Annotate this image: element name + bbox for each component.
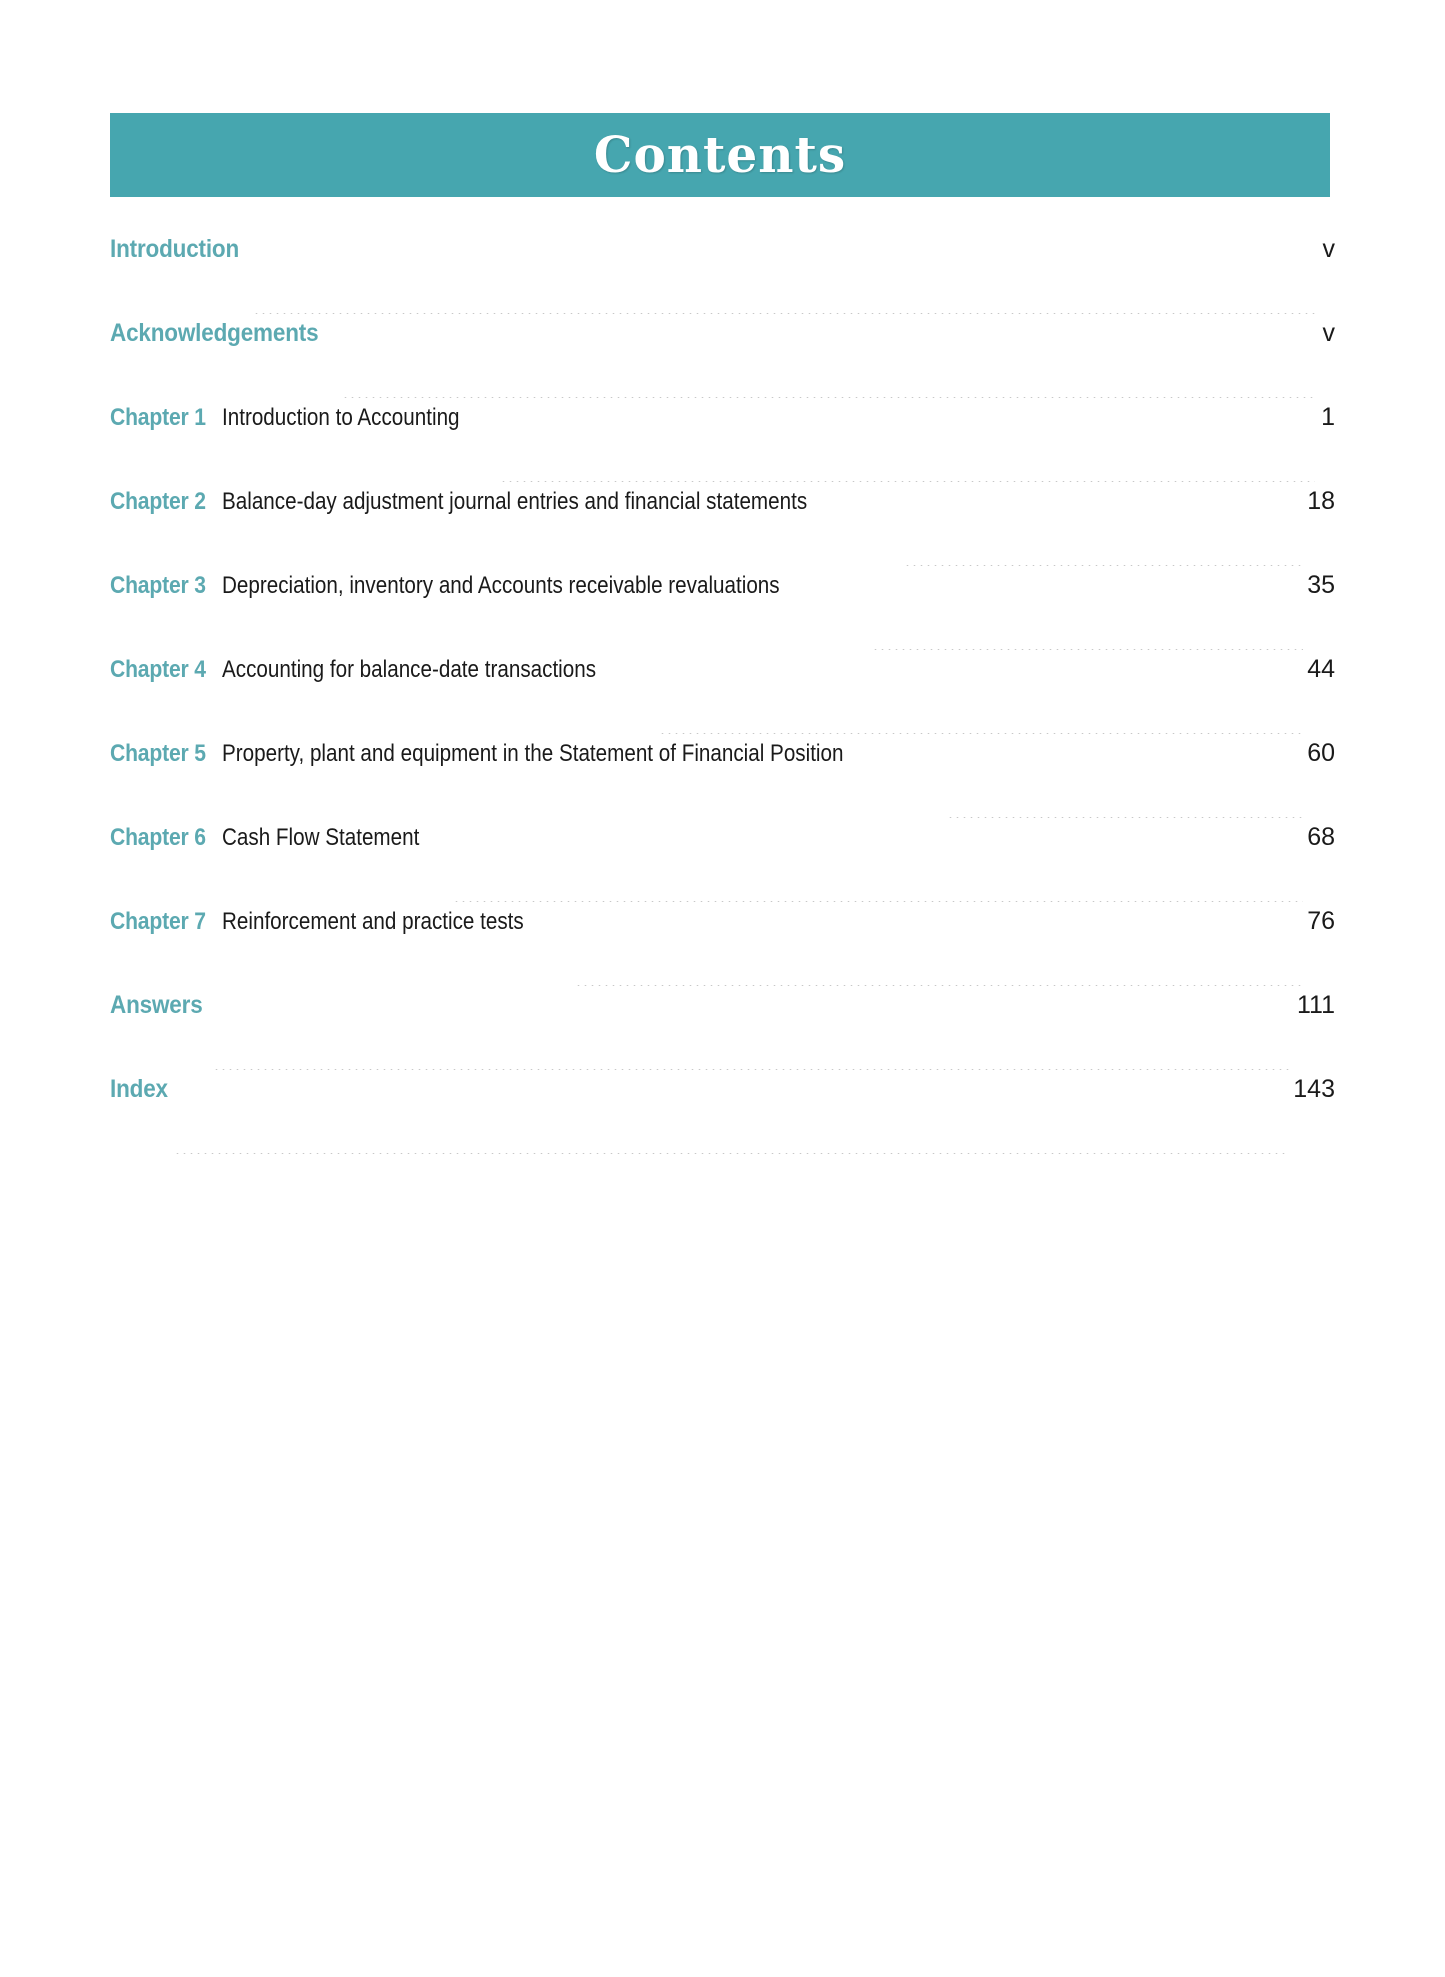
leader-dots (948, 817, 1304, 818)
toc-page-number: 44 (1307, 655, 1335, 683)
toc-entry-chapter-7[interactable]: Chapter 7 Reinforcement and practice tes… (110, 907, 1335, 991)
toc-entry-label: Acknowledgements (110, 319, 319, 347)
toc-page-number: 60 (1307, 739, 1335, 767)
toc-page-number: 1 (1321, 403, 1335, 431)
toc-page-number: 68 (1307, 823, 1335, 851)
leader-dots (576, 985, 1304, 986)
toc-chapter-title: Cash Flow Statement (222, 824, 420, 851)
toc-entry-chapter-3[interactable]: Chapter 3 Depreciation, inventory and Ac… (110, 571, 1335, 655)
toc-chapter-title: Introduction to Accounting (222, 404, 460, 431)
toc-entry-chapter-1[interactable]: Chapter 1 Introduction to Accounting 1 (110, 403, 1335, 487)
toc-entry-introduction[interactable]: Introduction v (110, 235, 1335, 319)
toc-chapter-label: Chapter 7 (110, 908, 206, 935)
leader-dots (455, 901, 1303, 902)
toc-chapter-title: Balance-day adjustment journal entries a… (222, 488, 808, 515)
toc-entry-label: Answers (110, 991, 203, 1019)
toc-chapter-label: Chapter 6 (110, 824, 206, 851)
table-of-contents-list: Introduction v Acknowledgements v Chapte… (110, 235, 1335, 1159)
leader-dots (176, 1153, 1290, 1154)
toc-entry-label: Introduction (110, 235, 240, 263)
contents-page: Contents Introduction v Acknowledgements… (0, 0, 1445, 1977)
leader-dots (660, 733, 1304, 734)
toc-entry-chapter-5[interactable]: Chapter 5 Property, plant and equipment … (110, 739, 1335, 823)
leader-dots (255, 313, 1315, 314)
contents-banner: Contents (110, 113, 1330, 197)
leader-dots (906, 565, 1303, 566)
toc-entry-index[interactable]: Index 143 (110, 1075, 1335, 1159)
toc-chapter-label: Chapter 3 (110, 572, 206, 599)
leader-dots (343, 397, 1315, 398)
toc-chapter-title: Depreciation, inventory and Accounts rec… (222, 572, 780, 599)
leader-dots (874, 649, 1303, 650)
toc-entry-acknowledgements[interactable]: Acknowledgements v (110, 319, 1335, 403)
toc-page-number: 143 (1293, 1075, 1335, 1103)
toc-chapter-label: Chapter 1 (110, 404, 206, 431)
leader-dots (214, 1069, 1293, 1070)
toc-page-number: 76 (1307, 907, 1335, 935)
toc-chapter-label: Chapter 2 (110, 488, 206, 515)
toc-chapter-title: Property, plant and equipment in the Sta… (222, 740, 844, 767)
toc-entry-chapter-6[interactable]: Chapter 6 Cash Flow Statement 68 (110, 823, 1335, 907)
toc-page-number: 111 (1296, 991, 1335, 1019)
toc-chapter-label: Chapter 4 (110, 656, 206, 683)
toc-page-number: 35 (1307, 571, 1335, 599)
toc-entry-chapter-2[interactable]: Chapter 2 Balance-day adjustment journal… (110, 487, 1335, 571)
toc-entry-label: Index (110, 1075, 168, 1103)
toc-page-number: v (1322, 235, 1336, 263)
toc-entry-chapter-4[interactable]: Chapter 4 Accounting for balance-date tr… (110, 655, 1335, 739)
toc-page-number: v (1322, 319, 1336, 347)
leader-dots (502, 481, 1315, 482)
toc-chapter-title: Reinforcement and practice tests (222, 908, 524, 935)
toc-entry-answers[interactable]: Answers 111 (110, 991, 1335, 1075)
toc-page-number: 18 (1307, 487, 1335, 515)
toc-chapter-label: Chapter 5 (110, 740, 206, 767)
page-title: Contents (593, 125, 847, 184)
toc-chapter-title: Accounting for balance-date transactions (222, 656, 597, 683)
